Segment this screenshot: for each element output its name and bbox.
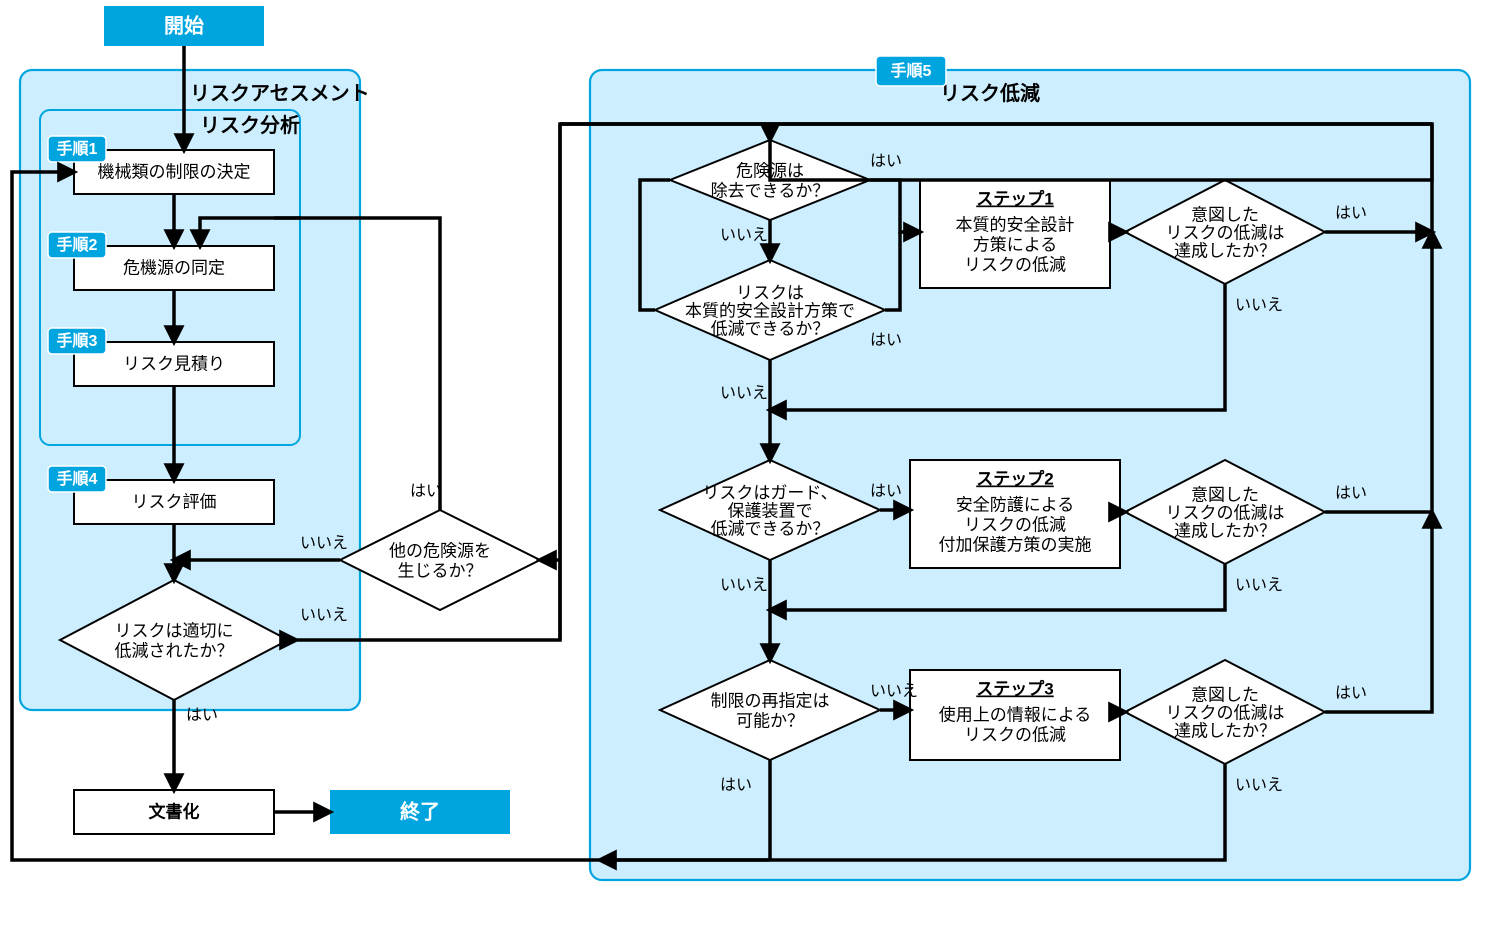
svg-text:安全防護による: 安全防護による — [956, 495, 1075, 514]
svg-text:除去できるか？: 除去できるか？ — [711, 181, 830, 200]
lbl-a2-yes: はい — [1335, 485, 1367, 502]
lbl-other-no: いいえ — [300, 535, 348, 552]
lbl-inh-yes: はい — [870, 332, 902, 349]
svg-text:リスク評価: リスク評価 — [132, 492, 217, 511]
svg-text:リスクの低減は: リスクの低減は — [1166, 503, 1285, 522]
svg-text:文書化: 文書化 — [149, 801, 200, 821]
svg-text:可能か？: 可能か？ — [736, 711, 804, 730]
svg-text:本質的安全設計方策で: 本質的安全設計方策で — [685, 301, 855, 320]
svg-text:付加保護方策の実施: 付加保護方策の実施 — [939, 535, 1092, 554]
svg-text:手順3: 手順3 — [57, 331, 98, 350]
lbl-relim-yes: はい — [720, 777, 752, 794]
svg-text:手順4: 手順4 — [57, 469, 98, 488]
lbl-reduced-no: いいえ — [300, 607, 348, 624]
svg-text:リスクの低減: リスクの低減 — [964, 725, 1066, 744]
svg-text:生じるか？: 生じるか？ — [398, 561, 483, 580]
svg-text:ステップ2: ステップ2 — [976, 468, 1053, 488]
svg-text:機械類の制限の決定: 機械類の制限の決定 — [98, 162, 251, 181]
group-analysis-title: リスク分析 — [200, 114, 300, 137]
svg-text:開始: 開始 — [164, 13, 204, 37]
lbl-a1-no: いいえ — [1235, 297, 1283, 314]
lbl-relim-no: いいえ — [870, 683, 918, 700]
group-assessment-title: リスクアセスメント — [190, 82, 370, 105]
svg-text:使用上の情報による: 使用上の情報による — [939, 704, 1092, 724]
svg-text:達成したか？: 達成したか？ — [1174, 241, 1276, 260]
svg-text:方策による: 方策による — [973, 235, 1058, 254]
svg-text:制限の再指定は: 制限の再指定は — [711, 691, 830, 710]
svg-text:リスクはガード、: リスクはガード、 — [702, 483, 837, 502]
svg-text:ステップ1: ステップ1 — [976, 188, 1053, 208]
svg-text:達成したか？: 達成したか？ — [1174, 521, 1276, 540]
svg-text:リスク見積り: リスク見積り — [123, 354, 225, 373]
svg-text:本質的安全設計: 本質的安全設計 — [956, 215, 1075, 234]
svg-text:危機源の同定: 危機源の同定 — [123, 258, 225, 277]
lbl-inh-no: いいえ — [720, 385, 768, 402]
svg-text:手順2: 手順2 — [57, 235, 98, 254]
lbl-a3-yes: はい — [1335, 685, 1367, 702]
svg-text:意図した: 意図した — [1191, 205, 1259, 224]
svg-text:終了: 終了 — [400, 799, 440, 823]
lbl-remove-yes: はい — [870, 153, 902, 170]
terminal-end: 終了 — [330, 790, 510, 834]
lbl-guard-yes: はい — [870, 483, 902, 500]
step-3: ステップ3 使用上の情報による リスクの低減 — [910, 670, 1120, 760]
svg-text:他の危険源を: 他の危険源を — [389, 541, 491, 560]
svg-text:リスクの低減: リスクの低減 — [964, 515, 1066, 534]
svg-text:ステップ3: ステップ3 — [976, 678, 1053, 698]
svg-text:低減できるか？: 低減できるか？ — [711, 519, 830, 538]
lbl-guard-no: いいえ — [720, 577, 768, 594]
lbl-a3-no: いいえ — [1235, 777, 1283, 794]
badge-p5: 手順5 — [891, 61, 932, 80]
svg-text:リスクの低減は: リスクの低減は — [1166, 703, 1285, 722]
svg-text:達成したか？: 達成したか？ — [1174, 721, 1276, 740]
svg-text:リスクの低減: リスクの低減 — [964, 255, 1066, 274]
lbl-reduced-yes: はい — [186, 707, 218, 724]
terminal-start: 開始 — [104, 6, 264, 46]
lbl-other-yes: はい — [410, 483, 442, 500]
step-2: ステップ2 安全防護による リスクの低減 付加保護方策の実施 — [910, 460, 1120, 568]
step-1: ステップ1 本質的安全設計 方策による リスクの低減 — [920, 180, 1110, 288]
svg-text:低減されたか？: 低減されたか？ — [115, 641, 234, 660]
proc-doc: 文書化 — [74, 790, 274, 834]
svg-text:リスクは適切に: リスクは適切に — [115, 621, 234, 640]
svg-text:意図した: 意図した — [1191, 485, 1259, 504]
svg-text:リスクは: リスクは — [736, 283, 804, 302]
dec-other-hazard: 他の危険源を 生じるか？ — [340, 510, 540, 610]
lbl-remove-no: いいえ — [720, 227, 768, 244]
svg-text:リスクの低減は: リスクの低減は — [1166, 223, 1285, 242]
svg-text:低減できるか？: 低減できるか？ — [711, 319, 830, 338]
svg-text:手順1: 手順1 — [57, 139, 98, 158]
lbl-a2-no: いいえ — [1235, 577, 1283, 594]
svg-text:意図した: 意図した — [1191, 685, 1259, 704]
group-reduction-title: リスク低減 — [940, 81, 1040, 105]
lbl-a1-yes: はい — [1335, 205, 1367, 222]
svg-text:保護装置で: 保護装置で — [728, 501, 813, 520]
